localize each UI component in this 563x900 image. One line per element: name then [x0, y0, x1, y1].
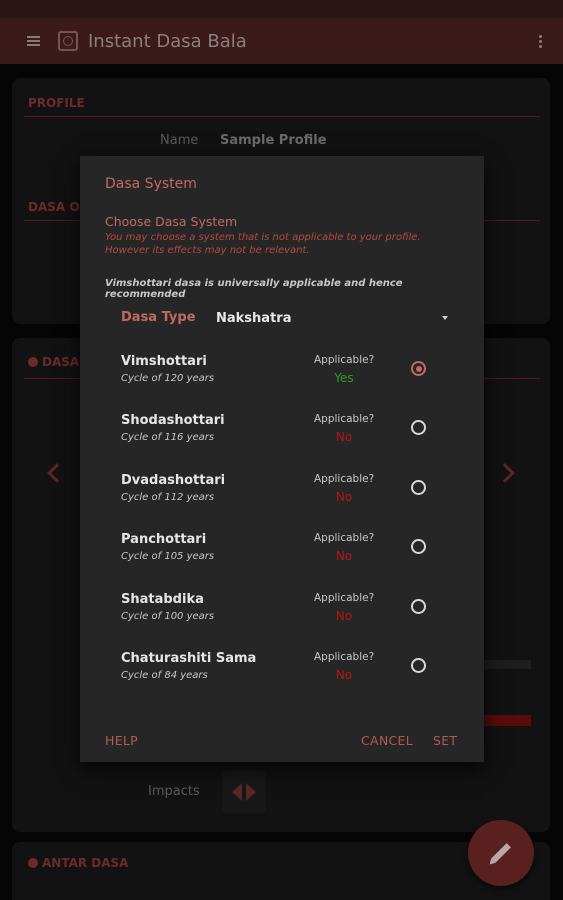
- system-option-row[interactable]: Panchottari Cycle of 105 years Applicabl…: [80, 532, 484, 582]
- strength-bar-fill: [484, 715, 531, 726]
- system-cycle: Cycle of 116 years: [121, 432, 215, 443]
- applicable-value: No: [335, 430, 353, 444]
- dasa-section-header: DASA: [28, 355, 79, 369]
- radio-button[interactable]: [411, 539, 426, 554]
- applicable-value: No: [335, 668, 353, 682]
- system-option-row[interactable]: Chaturashiti Sama Cycle of 84 years Appl…: [80, 651, 484, 701]
- app-logo-icon: [58, 31, 78, 51]
- system-option-row[interactable]: Shatabdika Cycle of 100 years Applicable…: [80, 592, 484, 642]
- menu-icon[interactable]: [18, 26, 48, 56]
- help-button[interactable]: HELP: [105, 733, 138, 748]
- right-triangle-icon: [246, 783, 256, 801]
- left-triangle-icon: [232, 783, 242, 801]
- radio-button[interactable]: [411, 599, 426, 614]
- radio-button-selected[interactable]: [411, 361, 426, 376]
- help-icon: [28, 858, 38, 868]
- applicable-label: Applicable?: [314, 413, 375, 425]
- edit-pencil-icon: [491, 843, 511, 863]
- impacts-toggle-button[interactable]: [222, 770, 266, 814]
- radio-button[interactable]: [411, 420, 426, 435]
- applicable-label: Applicable?: [314, 532, 375, 544]
- impacts-label: Impacts: [148, 784, 200, 799]
- dasa-system-dialog: Dasa System Choose Dasa System You may c…: [80, 156, 484, 762]
- divider: [24, 116, 540, 117]
- divider: [24, 378, 84, 379]
- divider: [24, 220, 84, 221]
- applicable-label: Applicable?: [314, 473, 375, 485]
- system-name: Panchottari: [121, 532, 207, 547]
- applicable-label: Applicable?: [314, 354, 375, 366]
- applicable-value: Yes: [334, 371, 354, 385]
- system-cycle: Cycle of 100 years: [121, 611, 215, 622]
- dasa-overview-header: DASA O: [28, 200, 80, 214]
- cancel-button[interactable]: CANCEL: [361, 733, 413, 748]
- system-cycle: Cycle of 84 years: [121, 670, 208, 681]
- radio-button[interactable]: [411, 480, 426, 495]
- dasa-type-dropdown[interactable]: Nakshatra: [216, 306, 448, 330]
- system-option-row[interactable]: Dvadashottari Cycle of 112 years Applica…: [80, 473, 484, 523]
- info-icon: [28, 357, 38, 367]
- system-name: Vimshottari: [121, 354, 207, 369]
- app-title: Instant Dasa Bala: [88, 30, 247, 52]
- antar-dasa-header: ANTAR DASA: [28, 856, 128, 870]
- set-button[interactable]: SET: [433, 733, 457, 748]
- system-name: Shatabdika: [121, 592, 204, 607]
- system-cycle: Cycle of 112 years: [121, 492, 215, 503]
- name-label: Name: [160, 133, 199, 148]
- name-value: Sample Profile: [220, 133, 327, 148]
- edit-fab-button[interactable]: [468, 820, 534, 886]
- radio-button[interactable]: [411, 658, 426, 673]
- system-name: Shodashottari: [121, 413, 225, 428]
- chevron-down-icon: [442, 316, 448, 320]
- status-bar: [0, 0, 563, 18]
- system-name: Chaturashiti Sama: [121, 651, 257, 666]
- divider: [484, 220, 540, 221]
- system-cycle: Cycle of 105 years: [121, 551, 215, 562]
- system-name: Dvadashottari: [121, 473, 226, 488]
- system-option-row[interactable]: Shodashottari Cycle of 116 years Applica…: [80, 413, 484, 463]
- system-option-row[interactable]: Vimshottari Cycle of 120 years Applicabl…: [80, 354, 484, 404]
- app-toolbar: Instant Dasa Bala: [0, 18, 563, 64]
- divider: [484, 378, 540, 379]
- applicable-value: No: [335, 549, 353, 563]
- dasa-type-value: Nakshatra: [216, 310, 292, 326]
- applicable-label: Applicable?: [314, 592, 375, 604]
- system-cycle: Cycle of 120 years: [121, 373, 215, 384]
- recommendation-text: Vimshottari dasa is universally applicab…: [105, 278, 403, 300]
- dialog-title: Dasa System: [105, 176, 197, 192]
- dialog-subtitle: Choose Dasa System: [105, 214, 238, 229]
- dasa-type-label: Dasa Type: [121, 310, 196, 325]
- dialog-note: You may choose a system that is not appl…: [105, 232, 421, 256]
- strength-bar-track: [484, 660, 531, 669]
- profile-section-header: PROFILE: [28, 96, 85, 110]
- overflow-menu-icon[interactable]: [535, 34, 545, 48]
- applicable-value: No: [335, 609, 353, 623]
- applicable-label: Applicable?: [314, 651, 375, 663]
- applicable-value: No: [335, 490, 353, 504]
